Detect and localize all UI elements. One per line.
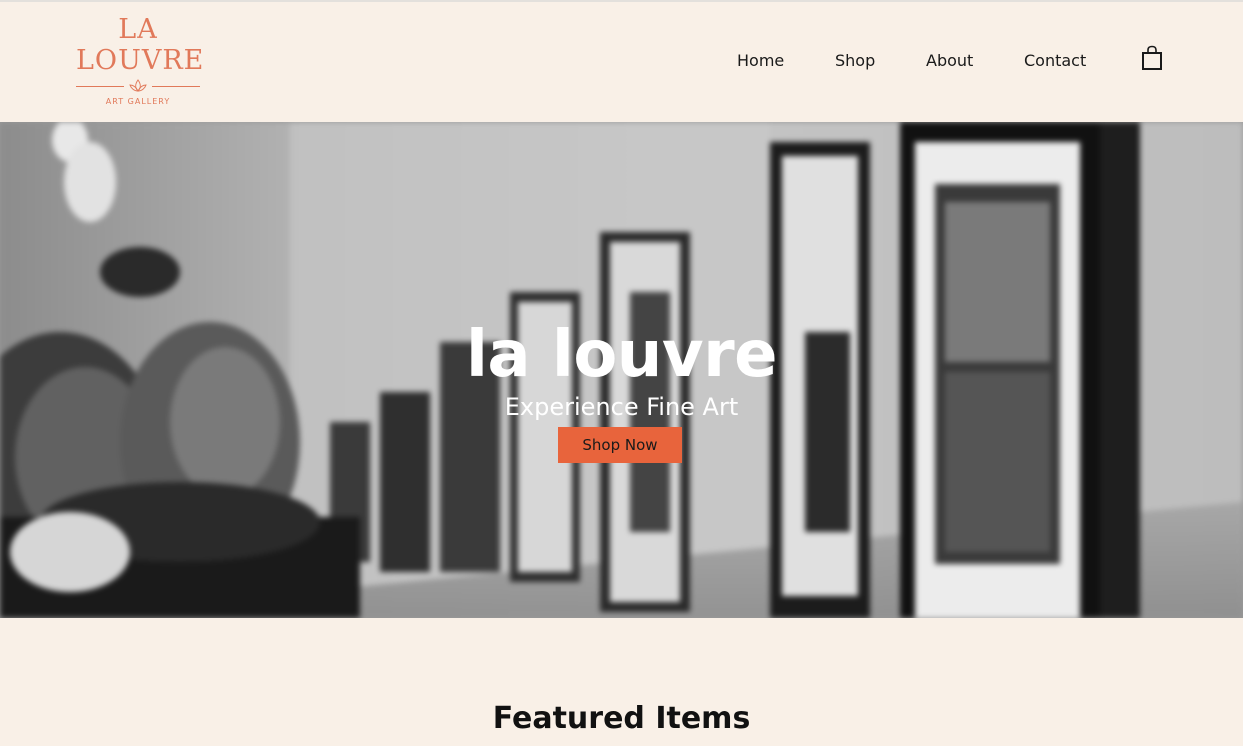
logo-line-1: LA xyxy=(118,14,158,45)
lotus-icon xyxy=(129,79,147,92)
nav-contact[interactable]: Contact xyxy=(1024,51,1086,70)
nav-about[interactable]: About xyxy=(926,51,973,70)
logo-subtitle: ART GALLERY xyxy=(105,97,171,106)
shopping-bag-icon[interactable] xyxy=(1141,45,1163,71)
hero-banner: la louvre Experience Fine Art Shop Now xyxy=(0,122,1243,618)
site-logo[interactable]: LA LOUVRE ART GALLERY xyxy=(76,14,205,114)
page: LA LOUVRE ART GALLERY Home Shop About Co… xyxy=(0,0,1246,746)
featured-items-heading: Featured Items xyxy=(492,700,751,736)
hero-title: la louvre xyxy=(465,317,778,392)
nav-home[interactable]: Home xyxy=(737,51,784,70)
nav-shop[interactable]: Shop xyxy=(835,51,875,70)
logo-line-2: LOUVRE xyxy=(76,45,205,76)
site-header: LA LOUVRE ART GALLERY Home Shop About Co… xyxy=(0,2,1243,122)
shop-now-button[interactable]: Shop Now xyxy=(558,427,682,463)
hero-subtitle: Experience Fine Art xyxy=(504,393,739,421)
logo-ornament xyxy=(76,78,200,94)
